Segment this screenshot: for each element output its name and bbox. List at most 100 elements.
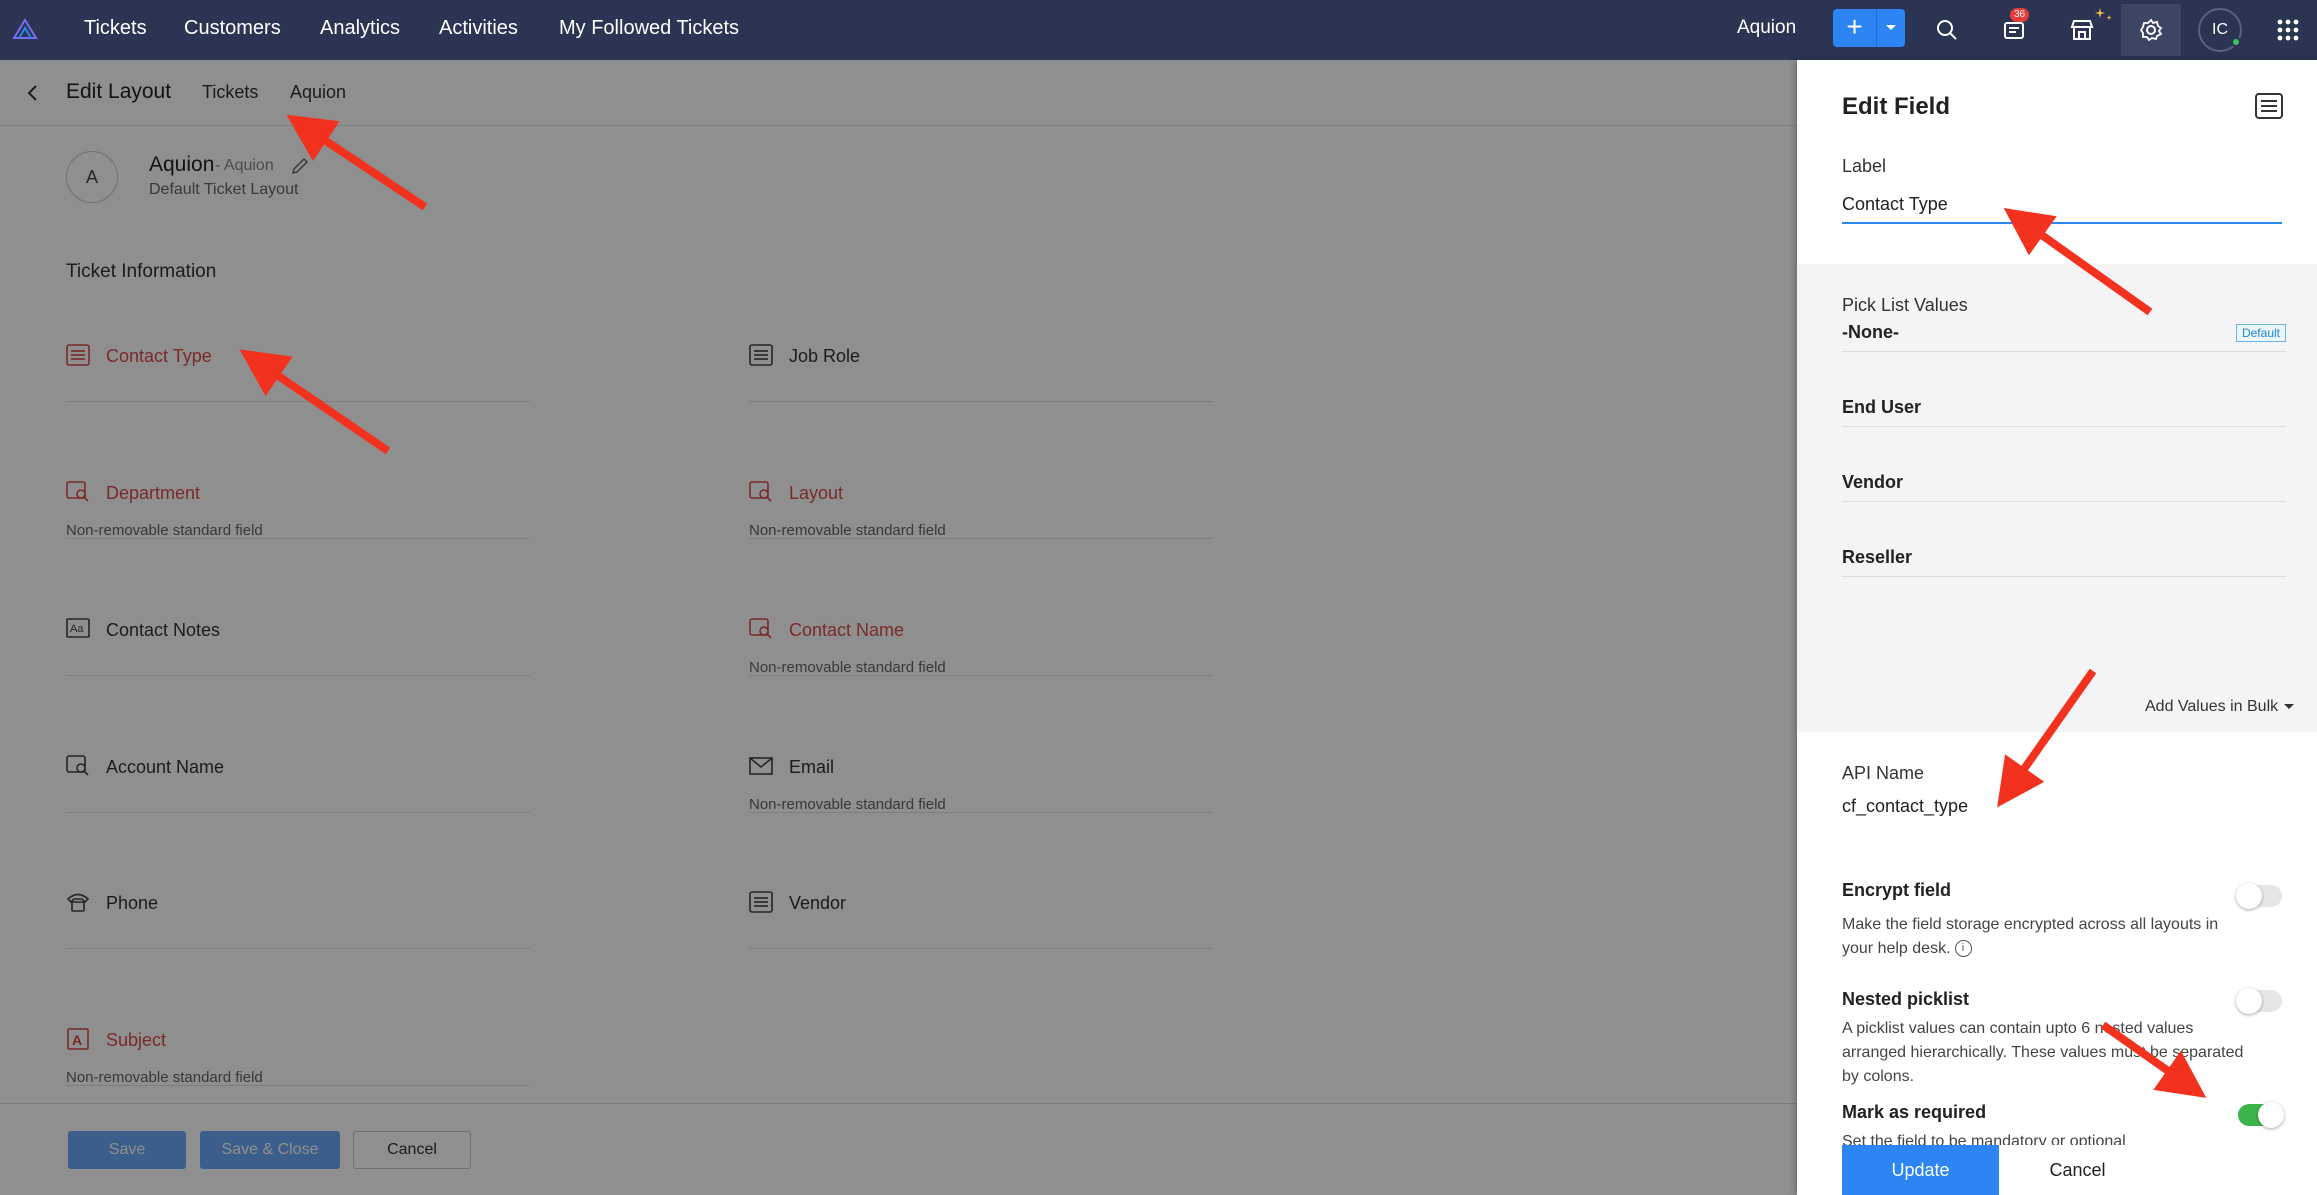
field-department[interactable]: Department Non-removable standard field	[66, 479, 530, 539]
apps-grid-icon[interactable]	[2270, 12, 2306, 48]
picklist-icon	[66, 344, 90, 366]
field-label: Account Name	[106, 757, 225, 777]
svg-text:Aa: Aa	[70, 623, 84, 635]
field-label: Contact Notes	[106, 620, 221, 640]
picklist-value[interactable]: -None-	[1842, 322, 1899, 343]
field-contact-name[interactable]: Contact Name Non-removable standard fiel…	[749, 616, 1213, 676]
field-label: Contact Type	[106, 346, 212, 366]
search-icon[interactable]	[1929, 12, 1965, 48]
picklist-value[interactable]: End User	[1842, 397, 1921, 418]
picklist-value-row[interactable]: End User	[1842, 381, 2286, 427]
nav-activities[interactable]: Activities	[439, 0, 518, 60]
field-account-name[interactable]: Account Name	[66, 753, 530, 813]
lookup-icon	[749, 618, 772, 639]
encrypt-field-title: Encrypt field	[1842, 880, 1952, 900]
toggle-knob	[2236, 883, 2262, 909]
nav-tickets[interactable]: Tickets	[84, 0, 147, 60]
sparkle-icon	[2092, 4, 2116, 28]
field-label: Vendor	[789, 893, 847, 913]
gear-icon[interactable]	[2133, 12, 2169, 48]
back-arrow-icon[interactable]	[22, 82, 44, 104]
field-label: Phone	[106, 893, 159, 913]
email-icon	[749, 757, 773, 775]
org-name[interactable]: Aquion	[1737, 17, 1796, 39]
field-note: Non-removable standard field	[749, 659, 946, 676]
picklist-value[interactable]: Reseller	[1842, 547, 1912, 568]
app-logo-icon[interactable]	[10, 14, 40, 44]
field-vendor[interactable]: Vendor	[749, 889, 1213, 949]
encrypt-field-description: Make the field storage encrypted across …	[1842, 913, 2252, 961]
mark-required-title: Mark as required	[1842, 1102, 1987, 1122]
field-layout[interactable]: Layout Non-removable standard field	[749, 479, 1213, 539]
svg-text:A: A	[72, 1032, 82, 1048]
picklist-value[interactable]: Vendor	[1842, 472, 1903, 493]
api-name-value: cf_contact_type	[1842, 796, 1969, 816]
nested-picklist-toggle[interactable]	[2236, 988, 2282, 1014]
field-properties-icon[interactable]	[2254, 92, 2284, 120]
field-note: Non-removable standard field	[749, 522, 946, 539]
edit-layout-header: Edit Layout Tickets Aquion	[0, 60, 1797, 126]
lookup-icon	[66, 755, 89, 776]
cancel-layout-button[interactable]: Cancel	[353, 1131, 471, 1169]
layout-department: - Aquion	[215, 157, 274, 174]
text-field-icon: A	[67, 1028, 89, 1050]
encrypt-field-toggle[interactable]	[2236, 883, 2282, 909]
nav-analytics[interactable]: Analytics	[320, 0, 400, 60]
picklist-icon	[749, 891, 773, 913]
info-icon[interactable]: i	[1954, 940, 1972, 958]
cancel-button[interactable]: Cancel	[1999, 1145, 2156, 1195]
field-note: Non-removable standard field	[66, 522, 263, 539]
picklist-value-row[interactable]: Reseller	[1842, 531, 2286, 577]
field-note: Non-removable standard field	[66, 1069, 263, 1086]
nav-customers[interactable]: Customers	[184, 0, 281, 60]
field-label-input[interactable]	[1842, 186, 2282, 224]
add-values-in-bulk-link[interactable]: Add Values in Bulk	[2145, 698, 2295, 716]
picklist-value-row[interactable]: -None- Default	[1842, 306, 2286, 352]
add-new-button[interactable]: +	[1833, 9, 1905, 47]
picklist-value-row[interactable]: Vendor	[1842, 456, 2286, 502]
plus-icon[interactable]: +	[1833, 9, 1877, 47]
field-contact-type[interactable]: Contact Type	[66, 342, 530, 402]
field-job-role[interactable]: Job Role	[749, 342, 1213, 402]
breadcrumb-tickets[interactable]: Tickets	[202, 82, 258, 103]
edit-field-panel: Edit Field Label Pick List Values AZ -No…	[1797, 60, 2317, 1195]
notification-count-badge: 36	[2010, 8, 2030, 22]
chevron-down-icon[interactable]	[1877, 9, 1905, 47]
field-note: Non-removable standard field	[749, 796, 946, 813]
save-button[interactable]: Save	[68, 1131, 186, 1169]
lookup-icon	[66, 481, 89, 502]
toggle-knob	[2258, 1102, 2284, 1128]
layout-avatar: A	[66, 151, 118, 203]
add-bulk-label[interactable]: Add Values in Bulk	[2145, 698, 2278, 715]
layout-name: Aquion	[149, 153, 215, 176]
field-phone[interactable]: Phone	[66, 889, 530, 949]
breadcrumb-aquion[interactable]: Aquion	[290, 82, 346, 103]
update-button[interactable]: Update	[1842, 1145, 1999, 1195]
layout-description: Default Ticket Layout	[149, 181, 299, 198]
save-and-close-button[interactable]: Save & Close	[200, 1131, 340, 1169]
panel-title: Edit Field	[1842, 93, 1950, 120]
toggle-knob	[2236, 988, 2262, 1014]
picklist-section: Pick List Values AZ -None- Default End U…	[1797, 264, 2317, 732]
picklist-icon	[749, 344, 773, 366]
api-name-caption: API Name	[1842, 763, 1925, 783]
field-subject[interactable]: A Subject Non-removable standard field	[66, 1026, 530, 1086]
phone-icon	[66, 893, 90, 912]
field-label: Department	[106, 483, 201, 503]
lookup-icon	[749, 481, 772, 502]
field-label: Job Role	[789, 346, 861, 366]
panel-footer: Update Cancel	[1797, 1145, 2317, 1195]
field-email[interactable]: Email Non-removable standard field	[749, 753, 1213, 813]
nav-my-followed-tickets[interactable]: My Followed Tickets	[559, 0, 739, 60]
default-badge: Default	[2235, 324, 2286, 342]
field-label: Subject	[106, 1030, 167, 1050]
nested-picklist-description: A picklist values can contain upto 6 nes…	[1842, 1020, 2244, 1085]
section-title: Ticket Information	[66, 261, 217, 282]
nested-picklist-title: Nested picklist	[1842, 989, 1970, 1009]
edit-pencil-icon[interactable]	[290, 156, 310, 176]
field-contact-notes[interactable]: Aa Contact Notes	[66, 616, 530, 676]
text-area-icon: Aa	[66, 618, 90, 638]
mark-required-toggle[interactable]	[2238, 1102, 2284, 1128]
label-caption: Label	[1842, 156, 1887, 176]
online-status-dot	[2231, 37, 2241, 47]
